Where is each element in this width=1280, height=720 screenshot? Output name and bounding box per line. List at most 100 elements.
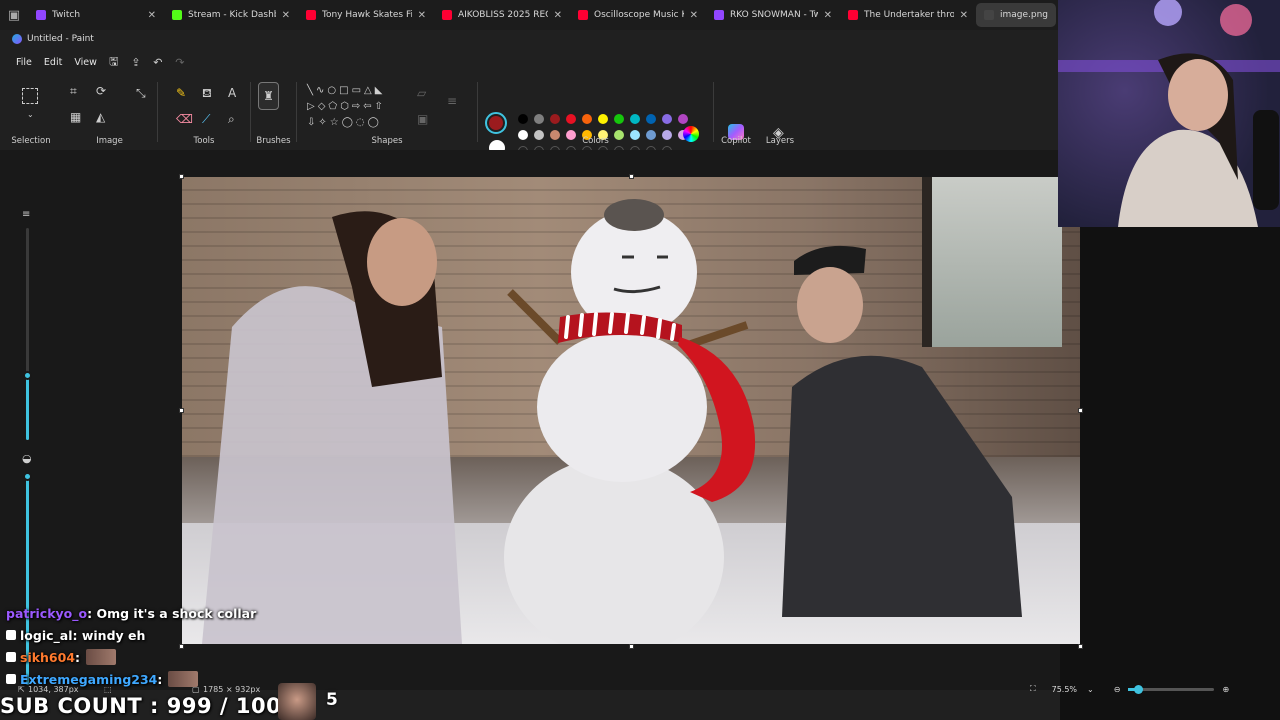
tools-group: ✎ ⛾ A ⌫ ⟋ ⌕ Tools (158, 76, 250, 150)
shape-size-icon[interactable]: ≡ (447, 94, 457, 108)
brushes-group: ♜ Brushes (251, 76, 296, 150)
microphone (1253, 110, 1279, 210)
magnifier-icon[interactable]: ⌕ (228, 112, 235, 126)
chat-message: sikh604: (6, 646, 306, 668)
browser-tab[interactable]: Oscilloscope Music Kickstar ✕ (570, 3, 704, 27)
close-tab-icon[interactable]: ✕ (690, 10, 698, 21)
eraser-icon[interactable]: ⌫ (176, 112, 193, 126)
favicon-icon (714, 10, 724, 20)
chat-overlay: patrickyo_o: Omg it's a shock collar logi… (6, 602, 306, 690)
flip-icon[interactable]: ◭ (96, 110, 105, 124)
color-swatch[interactable] (598, 114, 608, 124)
color-swatch[interactable] (630, 114, 640, 124)
browser-tab[interactable]: The Undertaker throws Ma ✕ (840, 3, 974, 27)
tab-title: Tony Hawk Skates First Dow (322, 10, 412, 20)
color-swatch[interactable] (534, 114, 544, 124)
color-swatch[interactable] (662, 114, 672, 124)
resize-handle[interactable] (1078, 408, 1083, 413)
fit-to-window-icon[interactable]: ⛶ (1030, 684, 1036, 694)
resize-icon[interactable]: ⤡ (136, 86, 146, 100)
color-swatch[interactable] (646, 114, 656, 124)
streamer-hoodie (1118, 129, 1258, 227)
chat-message: Extremegaming234: (6, 668, 306, 690)
tab-actions-icon[interactable]: ▣ (0, 0, 28, 30)
shapes-row-1-icon[interactable]: ╲∿○□▭△◣ (307, 84, 385, 98)
chat-badge-icon (6, 674, 16, 684)
pencil-icon[interactable]: ✎ (176, 86, 186, 100)
color-swatch[interactable] (678, 114, 688, 124)
undo-icon[interactable]: ↶ (147, 56, 169, 69)
menu-edit[interactable]: Edit (38, 57, 68, 68)
brushes-label: Brushes (256, 136, 291, 146)
menu-bar: File Edit View 🖫 ⇪ ↶ ↷ (0, 48, 1060, 76)
browser-tab[interactable]: AIKOBLISS 2025 RECAP - Yo ✕ (434, 3, 568, 27)
primary-color[interactable] (485, 112, 507, 134)
snowman-middle (537, 332, 707, 482)
color-picker-icon[interactable]: ⟋ (202, 112, 210, 126)
copilot-label: Copilot (721, 136, 751, 146)
canvas-image[interactable] (182, 177, 1080, 644)
person-right-face (797, 267, 863, 343)
text-icon[interactable]: A (228, 86, 236, 100)
close-tab-icon[interactable]: ✕ (960, 10, 968, 21)
browser-tab[interactable]: Stream - Kick Dashboard ✕ (164, 3, 296, 27)
shape-fill-icon[interactable]: ▣ (417, 112, 428, 126)
browser-tab[interactable]: image.png (WEBP Ima (976, 3, 1056, 27)
close-tab-icon[interactable]: ✕ (148, 10, 156, 21)
chevron-down-icon[interactable]: ⌄ (27, 108, 34, 122)
chevron-down-icon[interactable]: ⌄ (1087, 685, 1094, 694)
shapes-row-3-icon[interactable]: ⇩✧☆◯◌◯ (307, 116, 382, 130)
color-swatch[interactable] (566, 114, 576, 124)
favicon-icon (172, 10, 182, 20)
save-icon[interactable]: 🖫 (103, 53, 125, 72)
ribbon: ⌄ Selection ⌗ ⟳ ⤡ ▦ ◭ Image ✎ ⛾ A ⌫ ⟋ ⌕ … (0, 76, 1060, 156)
resize-handle[interactable] (1078, 644, 1083, 649)
crop-icon[interactable]: ⌗ (70, 84, 77, 98)
chat-badge-icon (6, 652, 16, 662)
selection-icon[interactable] (22, 88, 38, 104)
browser-tab[interactable]: Twitch ✕ (28, 3, 162, 27)
zoom-in-icon[interactable]: ⊕ (1222, 685, 1229, 694)
chat-emote (168, 671, 199, 687)
favicon-icon (984, 10, 994, 20)
brush-size-knob[interactable] (23, 371, 32, 380)
redo-icon[interactable]: ↷ (169, 56, 191, 69)
chat-username: Extremegaming234 (20, 671, 158, 687)
zoom-slider[interactable] (1128, 684, 1215, 694)
colors-group: Colors (478, 76, 713, 156)
menu-file[interactable]: File (10, 57, 38, 68)
share-icon[interactable]: ⇪ (125, 56, 147, 69)
zoom-out-icon[interactable]: ⊖ (1114, 685, 1121, 694)
webcam-feed (1058, 0, 1280, 227)
tab-title: image.png (WEBP Ima (1000, 10, 1050, 20)
browser-tab[interactable]: Tony Hawk Skates First Dow ✕ (298, 3, 432, 27)
close-tab-icon[interactable]: ✕ (282, 10, 290, 21)
zoom-level[interactable]: 75.5% (1052, 685, 1077, 694)
fill-icon[interactable]: ⛾ (202, 86, 212, 100)
browser-tab[interactable]: RKO SNOWMAN - Twitch ✕ (706, 3, 838, 27)
shapes-row-2-icon[interactable]: ▷◇⬠⬡⇨⇦⇧ (307, 100, 386, 114)
zoom-slider-knob[interactable] (1134, 684, 1144, 694)
close-tab-icon[interactable]: ✕ (418, 10, 426, 21)
favicon-icon (442, 10, 452, 20)
close-tab-icon[interactable]: ✕ (554, 10, 562, 21)
color-swatch[interactable] (518, 114, 528, 124)
resize-handle[interactable] (179, 174, 184, 179)
resize-handle[interactable] (629, 644, 634, 649)
image-select-icon[interactable]: ▦ (70, 110, 81, 124)
resize-handle[interactable] (629, 174, 634, 179)
menu-view[interactable]: View (68, 57, 103, 68)
tab-title: Oscilloscope Music Kickstar (594, 10, 684, 20)
shape-outline-icon[interactable]: ▱ (417, 86, 426, 100)
browser-tab-strip: ▣ Twitch✕Stream - Kick Dashboard✕Tony Ha… (0, 0, 1060, 30)
resize-handle[interactable] (179, 408, 184, 413)
chat-emote (86, 649, 117, 665)
color-swatch[interactable] (550, 114, 560, 124)
close-tab-icon[interactable]: ✕ (824, 10, 832, 21)
brush-icon[interactable]: ♜ (258, 82, 279, 110)
brush-size-fill (26, 375, 29, 440)
opacity-knob[interactable] (23, 472, 32, 481)
color-swatch[interactable] (582, 114, 592, 124)
color-swatch[interactable] (614, 114, 624, 124)
rotate-icon[interactable]: ⟳ (96, 84, 106, 98)
